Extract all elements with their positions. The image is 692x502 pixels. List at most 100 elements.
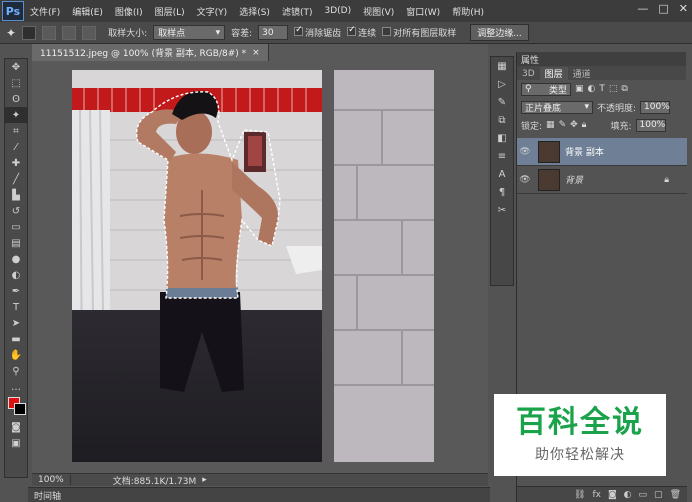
group-icon[interactable]: ▭ bbox=[639, 490, 648, 500]
quick-mask-icon[interactable]: ◙ bbox=[5, 419, 27, 435]
maximize-button[interactable]: □ bbox=[658, 2, 668, 15]
menu-filter[interactable]: 滤镜(T) bbox=[276, 5, 319, 18]
color-swatches[interactable] bbox=[5, 395, 27, 419]
screen-mode-icon[interactable]: ▣ bbox=[5, 435, 27, 451]
lock-icon: 🔒︎ bbox=[664, 174, 669, 185]
blur-tool-icon[interactable]: ● bbox=[5, 251, 27, 267]
menu-view[interactable]: 视图(V) bbox=[357, 5, 400, 18]
tools-preset-icon[interactable]: ✂ bbox=[491, 201, 513, 219]
timeline-panel[interactable]: 时间轴 bbox=[28, 487, 490, 502]
clone-source-icon[interactable]: ⧉ bbox=[491, 111, 513, 129]
eyedropper-tool-icon[interactable]: ⁄ bbox=[5, 139, 27, 155]
status-arrow-icon[interactable]: ▸ bbox=[202, 475, 207, 485]
layer-background[interactable]: 👁︎ 背景 🔒︎ bbox=[517, 166, 687, 194]
add-selection-button[interactable] bbox=[42, 25, 57, 40]
marquee-tool-icon[interactable]: ⬚ bbox=[5, 75, 27, 91]
gradient-tool-icon[interactable]: ▤ bbox=[5, 235, 27, 251]
shape-filter-icon[interactable]: ⬚ bbox=[609, 84, 618, 94]
menu-window[interactable]: 窗口(W) bbox=[400, 5, 446, 18]
character-icon[interactable]: A bbox=[491, 165, 513, 183]
path-select-icon[interactable]: ➤ bbox=[5, 315, 27, 331]
refine-edge-button[interactable]: 调整边缘... bbox=[470, 24, 529, 41]
smart-filter-icon[interactable]: ⧉ bbox=[621, 84, 627, 94]
minimize-button[interactable]: — bbox=[637, 2, 648, 15]
background-color[interactable] bbox=[14, 403, 26, 415]
type-tool-icon[interactable]: T bbox=[5, 299, 27, 315]
crop-tool-icon[interactable]: ⌗ bbox=[5, 123, 27, 139]
magic-wand-icon[interactable]: ✦ bbox=[6, 26, 16, 40]
history-brush-icon[interactable]: ↺ bbox=[5, 203, 27, 219]
fx-icon[interactable]: fx bbox=[592, 490, 601, 500]
layer-filter-select[interactable]: ⚲ 类型 bbox=[521, 82, 571, 96]
type-filter-icon[interactable]: T bbox=[599, 84, 605, 94]
paragraph-icon[interactable]: ¶ bbox=[491, 183, 513, 201]
eye-icon[interactable]: 👁︎ bbox=[517, 175, 533, 185]
layers-footer: ⛓ fx ◙ ◐ ▭ ▢ 🗑︎ bbox=[517, 486, 687, 502]
lock-pixels-icon[interactable]: ▦ bbox=[546, 120, 555, 130]
fill-label: 填充: bbox=[610, 121, 632, 132]
actions-icon[interactable]: ▷ bbox=[491, 75, 513, 93]
menu-select[interactable]: 选择(S) bbox=[233, 5, 276, 18]
all-layers-checkbox[interactable]: 对所有图层取样 bbox=[382, 26, 456, 39]
shape-tool-icon[interactable]: ▬ bbox=[5, 331, 27, 347]
eraser-tool-icon[interactable]: ▭ bbox=[5, 219, 27, 235]
tab-close-icon[interactable]: × bbox=[252, 48, 260, 58]
layer-background-copy[interactable]: 👁︎ 背景 副本 bbox=[517, 138, 687, 166]
brush-tool-icon[interactable]: ╱ bbox=[5, 171, 27, 187]
info-icon[interactable]: ≡ bbox=[491, 147, 513, 165]
lasso-tool-icon[interactable]: ʘ bbox=[5, 91, 27, 107]
mask-icon[interactable]: ◙ bbox=[608, 490, 617, 500]
tab-channels[interactable]: 通道 bbox=[568, 67, 596, 80]
adjustment-layer-icon[interactable]: ◐ bbox=[624, 490, 632, 500]
fill-input[interactable]: 100% bbox=[635, 118, 666, 132]
menu-help[interactable]: 帮助(H) bbox=[446, 5, 490, 18]
new-layer-icon[interactable]: ▢ bbox=[654, 490, 663, 500]
menu-image[interactable]: 图像(I) bbox=[109, 5, 149, 18]
pen-tool-icon[interactable]: ✒ bbox=[5, 283, 27, 299]
contiguous-checkbox[interactable]: 连续 bbox=[347, 25, 376, 39]
menu-3d[interactable]: 3D(D) bbox=[318, 6, 357, 16]
subtract-selection-button[interactable] bbox=[62, 25, 77, 40]
close-button[interactable]: ✕ bbox=[679, 2, 688, 15]
pixel-filter-icon[interactable]: ▣ bbox=[575, 84, 584, 94]
blend-mode-value: 正片叠底 bbox=[525, 103, 562, 114]
menu-edit[interactable]: 编辑(E) bbox=[66, 5, 109, 18]
eye-icon[interactable]: 👁︎ bbox=[517, 147, 533, 157]
history-icon[interactable]: ▦ bbox=[491, 57, 513, 75]
healing-tool-icon[interactable]: ✚ bbox=[5, 155, 27, 171]
tolerance-input[interactable]: 30 bbox=[258, 25, 289, 40]
photoshop-logo: Ps bbox=[2, 1, 24, 21]
zoom-tool-icon[interactable]: ⚲ bbox=[5, 363, 27, 379]
lock-all-icon[interactable]: 🔒︎ bbox=[582, 120, 587, 130]
trash-icon[interactable]: 🗑︎ bbox=[670, 490, 681, 500]
zoom-level[interactable]: 100% bbox=[38, 475, 71, 485]
blend-mode-select[interactable]: 正片叠底 ▾ bbox=[521, 100, 593, 114]
link-icon[interactable]: ⛓ bbox=[574, 490, 585, 500]
opacity-input[interactable]: 100% bbox=[640, 100, 671, 114]
document-tab[interactable]: 11151512.jpeg @ 100% (背景 副本, RGB/8#) * × bbox=[32, 44, 269, 61]
image-canvas[interactable] bbox=[72, 70, 434, 462]
menu-layer[interactable]: 图层(L) bbox=[149, 5, 191, 18]
lock-position-icon[interactable]: ✥ bbox=[570, 120, 578, 130]
menu-type[interactable]: 文字(Y) bbox=[191, 5, 234, 18]
hand-tool-icon[interactable]: ✋ bbox=[5, 347, 27, 363]
more-tools-icon[interactable]: … bbox=[5, 379, 27, 395]
menu-file[interactable]: 文件(F) bbox=[24, 5, 66, 18]
adjust-filter-icon[interactable]: ◐ bbox=[588, 84, 596, 94]
lock-paint-icon[interactable]: ✎ bbox=[559, 120, 567, 130]
fill-value: 100% bbox=[639, 120, 666, 130]
dodge-tool-icon[interactable]: ◐ bbox=[5, 267, 27, 283]
intersect-selection-button[interactable] bbox=[82, 25, 97, 40]
layer-filter-value: 类型 bbox=[548, 85, 567, 96]
tab-layers[interactable]: 图层 bbox=[539, 67, 568, 80]
new-selection-button[interactable] bbox=[22, 25, 37, 40]
search-icon: ⚲ bbox=[525, 84, 532, 94]
move-tool-icon[interactable]: ✥ bbox=[5, 59, 27, 75]
stamp-tool-icon[interactable]: ▙ bbox=[5, 187, 27, 203]
antialias-checkbox[interactable]: 消除锯齿 bbox=[294, 25, 341, 39]
brush-preset-icon[interactable]: ✎ bbox=[491, 93, 513, 111]
adjustments-icon[interactable]: ◧ bbox=[491, 129, 513, 147]
magic-wand-tool-icon[interactable]: ✦ bbox=[5, 107, 27, 123]
tab-3d[interactable]: 3D bbox=[517, 67, 540, 80]
sample-size-select[interactable]: 取样点 ▾ bbox=[153, 25, 226, 40]
